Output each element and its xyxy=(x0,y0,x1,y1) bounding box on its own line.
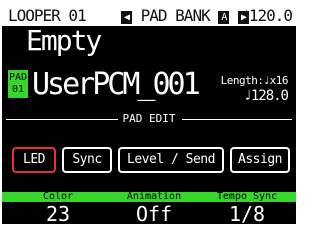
pad-bank-indicator[interactable]: ◀ PAD BANK A ▶ xyxy=(121,6,249,25)
param-label-tempo-sync: Tempo Sync xyxy=(216,191,278,202)
param-value-color[interactable]: 23 xyxy=(10,202,106,226)
param-value-tempo-sync[interactable]: 1/8 xyxy=(202,202,292,226)
device-screen: LOOPER 01 ◀ PAD BANK A ▶ ♩120.0 Empty PA… xyxy=(0,0,298,226)
triangle-left-icon[interactable]: ◀ xyxy=(121,11,132,24)
main-panel: Empty PAD 01 UserPCM_001 Length:♩x16 ♩12… xyxy=(2,24,296,226)
quarter-note-icon: ♩ xyxy=(240,6,250,25)
pad-bank-value: A xyxy=(218,11,230,24)
divider-right xyxy=(182,119,292,120)
tab-led[interactable]: LED xyxy=(12,147,56,173)
param-label-animation: Animation xyxy=(126,191,182,202)
tab-sync[interactable]: Sync xyxy=(62,147,112,173)
tab-level-send[interactable]: Level / Send xyxy=(118,147,224,173)
quarter-note-icon: ♩ xyxy=(243,88,252,104)
pad-bpm-readout: ♩128.0 xyxy=(243,88,289,104)
pad-bpm-value: 128.0 xyxy=(250,88,289,104)
looper-label: LOOPER 01 xyxy=(8,6,87,25)
tempo-value: 120.0 xyxy=(248,6,293,25)
length-readout: Length:♩x16 xyxy=(220,74,289,87)
tempo-display: ♩120.0 xyxy=(240,6,293,25)
param-value-animation[interactable]: Off xyxy=(106,202,202,226)
tab-assign[interactable]: Assign xyxy=(230,147,290,173)
pad-bank-label: PAD BANK xyxy=(140,6,211,25)
pad-badge-bottom: 01 xyxy=(11,84,25,95)
pad-sample-name: UserPCM_001 xyxy=(32,67,201,102)
length-value: ♩x16 xyxy=(263,74,289,87)
pad-number-badge: PAD 01 xyxy=(8,70,28,98)
length-label: Length: xyxy=(220,74,264,87)
page-title: Empty xyxy=(26,24,102,57)
param-label-color: Color xyxy=(42,191,74,202)
pad-badge-top: PAD xyxy=(8,72,28,83)
